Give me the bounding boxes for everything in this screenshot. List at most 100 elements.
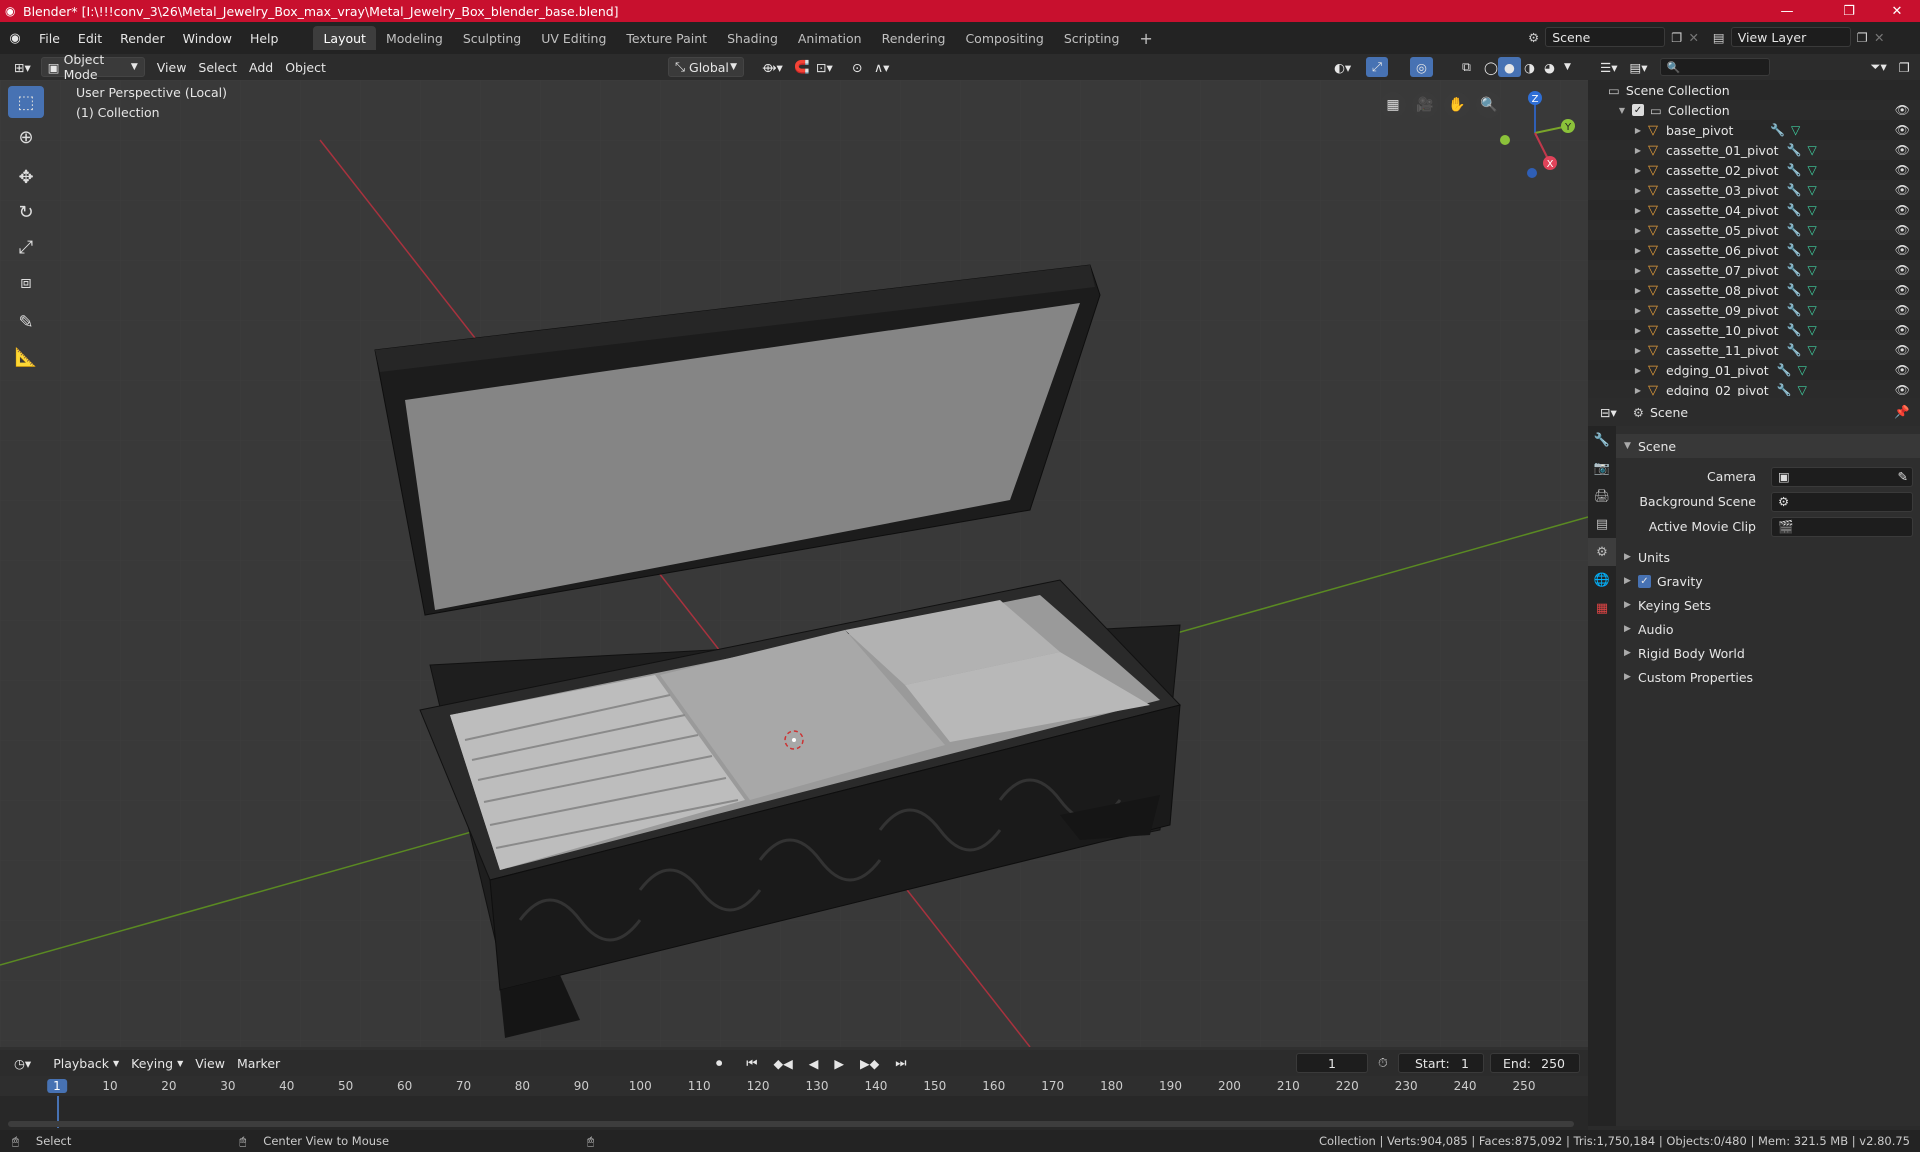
collection-row[interactable]: ▼ ✓ ▭ Collection 👁	[1588, 100, 1920, 120]
expand-collection-icon[interactable]: ▼	[1616, 106, 1628, 115]
background-scene-field[interactable]: ⚙	[1771, 491, 1913, 512]
outliner-item-row[interactable]: ▶ ▽ cassette_04_pivot 🔧 ▽ 👁	[1588, 200, 1920, 220]
snap-target-icon[interactable]: ⊡▾	[810, 57, 839, 77]
close-window-button[interactable]: ✕	[1874, 0, 1920, 22]
mesh-data-icon[interactable]: ▽	[1791, 123, 1800, 137]
mesh-data-icon[interactable]: ▽	[1798, 383, 1807, 396]
scene-collection-row[interactable]: ▭ Scene Collection	[1588, 80, 1920, 100]
tab-rendering[interactable]: Rendering	[872, 26, 956, 50]
visibility-icon[interactable]: ◐▾	[1328, 57, 1357, 77]
new-collection-icon[interactable]: ❐	[1893, 57, 1916, 77]
expand-item-icon[interactable]: ▶	[1632, 246, 1644, 255]
xray-icon[interactable]: ⧉	[1456, 57, 1477, 77]
modifier-icon[interactable]: 🔧	[1787, 323, 1802, 337]
scene-icon[interactable]: ⚙	[1528, 30, 1539, 45]
menu-marker[interactable]: Marker	[231, 1053, 286, 1073]
start-frame-field[interactable]: Start: 1	[1398, 1053, 1484, 1073]
camera-view-icon[interactable]: 🎥	[1412, 92, 1438, 118]
tab-shading[interactable]: Shading	[717, 26, 788, 50]
menu-help[interactable]: Help	[241, 27, 288, 49]
expand-item-icon[interactable]: ▶	[1632, 386, 1644, 395]
outliner-item-row[interactable]: ▶ ▽ cassette_07_pivot 🔧 ▽ 👁	[1588, 260, 1920, 280]
stopwatch-icon[interactable]: ⏱	[1378, 1055, 1388, 1071]
timeline-scrollbar[interactable]	[8, 1121, 1574, 1127]
navigation-gizmo[interactable]: Z Y X	[1490, 88, 1580, 178]
grid-view-icon[interactable]: ▦	[1380, 92, 1406, 118]
gizmo-neg-z[interactable]	[1527, 168, 1537, 178]
tab-compositing[interactable]: Compositing	[955, 26, 1053, 50]
modifier-icon[interactable]: 🔧	[1787, 203, 1802, 217]
falloff-icon[interactable]: ∧▾	[868, 57, 895, 77]
gizmo-neg-y[interactable]	[1500, 135, 1510, 145]
expand-item-icon[interactable]: ▶	[1632, 326, 1644, 335]
mesh-data-icon[interactable]: ▽	[1807, 223, 1816, 237]
collection-checkbox[interactable]: ✓	[1632, 104, 1644, 116]
eye-icon[interactable]: 👁	[1895, 183, 1910, 197]
menu-window[interactable]: Window	[174, 27, 241, 49]
play-reverse-icon[interactable]: ◀	[803, 1053, 825, 1073]
menu-add[interactable]: Add	[243, 57, 279, 77]
tab-layout[interactable]: Layout	[313, 26, 376, 50]
units-section[interactable]: ▶ Units	[1616, 545, 1920, 569]
expand-item-icon[interactable]: ▶	[1632, 366, 1644, 375]
eye-icon[interactable]: 👁	[1895, 263, 1910, 277]
menu-timeline-view[interactable]: View	[189, 1053, 231, 1073]
tab-uv-editing[interactable]: UV Editing	[531, 26, 616, 50]
move-tool-icon[interactable]: ✥	[8, 161, 44, 193]
modifier-icon[interactable]: 🔧	[1787, 283, 1802, 297]
menu-render[interactable]: Render	[111, 27, 174, 49]
mesh-data-icon[interactable]: ▽	[1807, 203, 1816, 217]
frame-ruler[interactable]: 1 10 20 30 40 50 60 70 80 90 100 110 120 130 140 150 160…	[0, 1076, 1588, 1096]
view-layer-icon[interactable]: ▤	[1713, 30, 1725, 45]
world-tab-icon[interactable]: 🌐	[1588, 566, 1616, 594]
eye-icon[interactable]: 👁	[1895, 243, 1910, 257]
proportional-edit-icon[interactable]: ⊙	[846, 57, 868, 77]
expand-item-icon[interactable]: ▶	[1632, 226, 1644, 235]
output-tab-icon[interactable]: 🖨	[1588, 482, 1616, 510]
properties-editor-type-icon[interactable]: ⊟▾	[1594, 402, 1623, 422]
keying-sets-section[interactable]: ▶ Keying Sets	[1616, 593, 1920, 617]
minimize-button[interactable]: —	[1764, 0, 1810, 22]
outliner-item-row[interactable]: ▶ ▽ base_pivot 🔧 ▽ 👁	[1588, 120, 1920, 140]
outliner-item-row[interactable]: ▶ ▽ cassette_10_pivot 🔧 ▽ 👁	[1588, 320, 1920, 340]
eye-icon[interactable]: 👁	[1895, 383, 1910, 396]
mesh-data-icon[interactable]: ▽	[1798, 363, 1807, 377]
overlay-toggle-icon[interactable]: ◎	[1410, 57, 1433, 77]
prev-keyframe-icon[interactable]: ◆◀	[768, 1053, 799, 1073]
tab-animation[interactable]: Animation	[788, 26, 872, 50]
audio-section[interactable]: ▶ Audio	[1616, 617, 1920, 641]
eye-icon[interactable]: 👁	[1895, 303, 1910, 317]
expand-item-icon[interactable]: ▶	[1632, 206, 1644, 215]
outliner-search-input[interactable]: 🔍	[1659, 58, 1770, 76]
eye-icon[interactable]: 👁	[1895, 163, 1910, 177]
eye-icon[interactable]: 👁	[1895, 103, 1910, 117]
delete-view-layer-icon[interactable]: ✕	[1874, 30, 1884, 45]
menu-view[interactable]: View	[151, 57, 193, 77]
modifier-icon[interactable]: 🔧	[1787, 163, 1802, 177]
mesh-data-icon[interactable]: ▽	[1807, 163, 1816, 177]
current-frame-field[interactable]: 1	[1296, 1053, 1368, 1073]
gravity-checkbox[interactable]: ✓	[1638, 574, 1651, 588]
outliner-item-row[interactable]: ▶ ▽ cassette_05_pivot 🔧 ▽ 👁	[1588, 220, 1920, 240]
eye-icon[interactable]: 👁	[1895, 223, 1910, 237]
modifier-icon[interactable]: 🔧	[1777, 383, 1792, 396]
outliner-item-row[interactable]: ▶ ▽ edging_02_pivot 🔧 ▽ 👁	[1588, 380, 1920, 396]
render-tab-icon[interactable]: 📷	[1588, 454, 1616, 482]
modifier-icon[interactable]: 🔧	[1787, 183, 1802, 197]
3d-viewport[interactable]: Z Y X	[0, 80, 1588, 1047]
shading-options-icon[interactable]: ▼	[1558, 57, 1577, 77]
scene-selector[interactable]: Scene	[1545, 27, 1666, 47]
outliner-item-row[interactable]: ▶ ▽ cassette_11_pivot 🔧 ▽ 👁	[1588, 340, 1920, 360]
outliner-item-row[interactable]: ▶ ▽ cassette_02_pivot 🔧 ▽ 👁	[1588, 160, 1920, 180]
expand-item-icon[interactable]: ▶	[1632, 266, 1644, 275]
tab-sculpting[interactable]: Sculpting	[453, 26, 531, 50]
measure-tool-icon[interactable]: 📐	[8, 341, 44, 373]
timeline-editor-type-icon[interactable]: ◷▾	[8, 1053, 37, 1073]
editor-type-icon[interactable]: ⊞▾	[8, 57, 37, 77]
delete-scene-icon[interactable]: ✕	[1688, 30, 1698, 45]
expand-item-icon[interactable]: ▶	[1632, 186, 1644, 195]
view-layer-selector[interactable]: View Layer	[1730, 27, 1851, 47]
jump-start-icon[interactable]: ⏮	[740, 1053, 763, 1073]
pin-icon[interactable]: 📌	[1894, 404, 1910, 420]
view-layer-tab-icon[interactable]: ▤	[1588, 510, 1616, 538]
